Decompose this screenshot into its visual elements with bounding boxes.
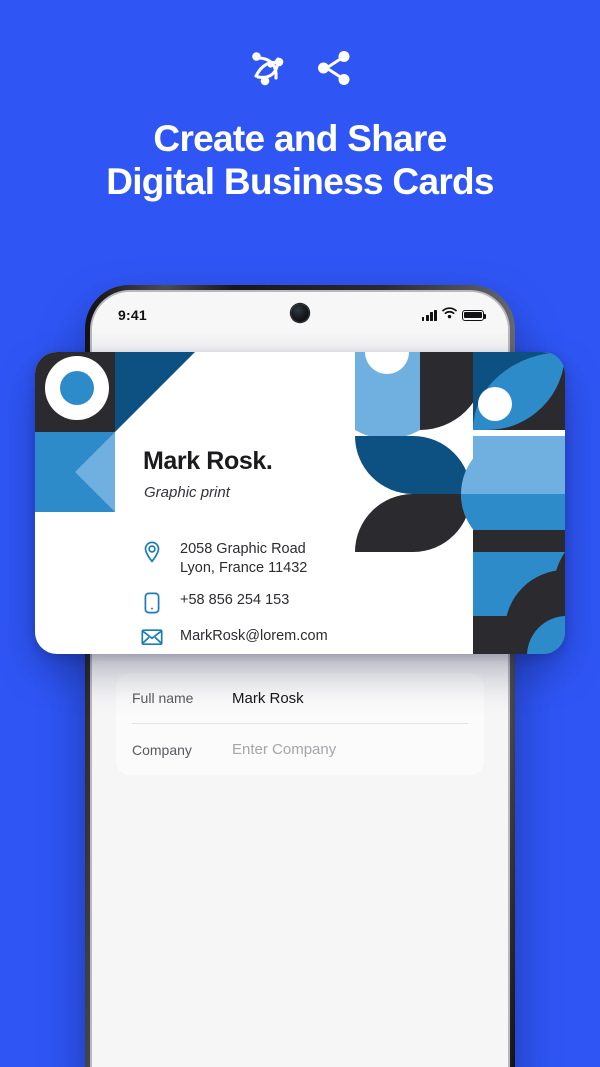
card-address-line: 2058 Graphic Road Lyon, France 11432 <box>141 540 328 578</box>
cellular-signal-icon <box>421 309 437 321</box>
status-indicators <box>421 306 487 324</box>
wifi-icon <box>442 306 457 324</box>
card-pattern-right <box>355 352 565 654</box>
front-camera-icon <box>291 304 309 322</box>
card-email-line: MarkRosk@lorem.com <box>141 627 328 646</box>
share-icon <box>313 47 355 94</box>
company-label: Company <box>132 741 192 758</box>
location-pin-icon <box>141 540 163 563</box>
card-address-line1: 2058 Graphic Road <box>180 541 306 557</box>
card-contact-list: 2058 Graphic Road Lyon, France 11432 +58… <box>141 540 328 646</box>
page-title-line2: Digital Business Cards <box>106 160 494 202</box>
hero-icon-row <box>0 46 600 95</box>
card-address-line2: Lyon, France 11432 <box>180 559 308 576</box>
card-role: Graphic print <box>144 484 230 501</box>
card-phone-text: +58 856 254 153 <box>180 591 290 608</box>
company-row[interactable]: Company Enter Company <box>132 724 468 775</box>
page-title: Create and Share Digital Business Cards <box>0 118 600 204</box>
battery-full-icon <box>462 309 487 321</box>
status-time: 9:41 <box>118 307 147 323</box>
full-name-label: Full name <box>132 690 194 706</box>
form-panel: Full name Mark Rosk Company Enter Compan… <box>116 673 484 775</box>
mobile-phone-icon <box>141 591 163 614</box>
network-nodes-icon <box>245 46 289 95</box>
envelope-icon <box>141 627 163 646</box>
full-name-row[interactable]: Full name Mark Rosk <box>132 673 468 724</box>
company-input[interactable]: Enter Company <box>232 741 336 758</box>
card-address-text: 2058 Graphic Road Lyon, France 11432 <box>180 540 307 578</box>
card-email-text: MarkRosk@lorem.com <box>180 627 328 644</box>
status-bar: 9:41 <box>92 292 508 338</box>
business-card-preview[interactable]: Mark Rosk. Graphic print 2058 Graphic Ro… <box>35 352 565 654</box>
card-phone-line: +58 856 254 153 <box>141 591 328 614</box>
full-name-input[interactable]: Mark Rosk <box>232 690 304 707</box>
card-name: Mark Rosk. <box>143 447 273 475</box>
page-title-line1: Create and Share <box>153 118 447 159</box>
